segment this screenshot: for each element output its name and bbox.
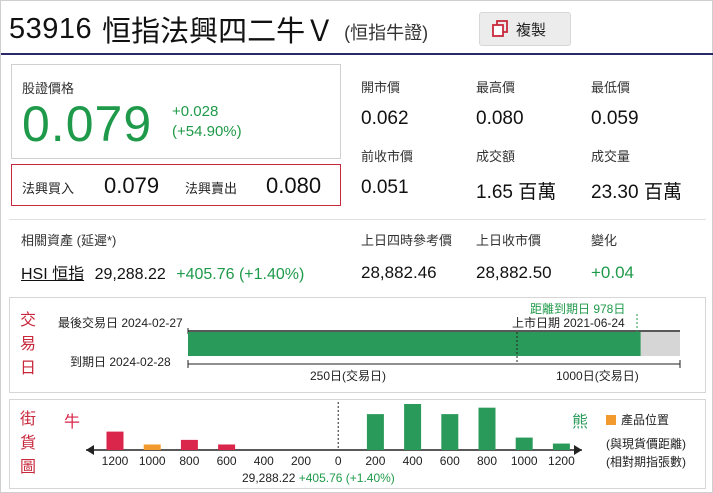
stat-label: 開市價 (361, 80, 401, 95)
tick-label: 600 (217, 454, 237, 468)
stat-label: 前收市價 (361, 149, 414, 164)
stat-ref-price: 上日四時參考價 28,882.46 (361, 230, 452, 283)
bear-bar (515, 437, 533, 450)
ask-label: 法興賣出 (185, 181, 238, 196)
price-change: +0.028 (172, 103, 219, 120)
center-price: 29,288.22 (242, 471, 296, 485)
tick-label: 800 (477, 454, 497, 468)
tick-label: 600 (440, 454, 460, 468)
legend-position: 產品位置 (606, 411, 669, 428)
bid-ask-box: 法興買入 0.079 法興賣出 0.080 (11, 164, 341, 206)
bid-value: 0.079 (104, 173, 160, 198)
ask-value: 0.080 (266, 173, 322, 198)
stat-value: 0.080 (476, 108, 524, 129)
stat-value: 28,882.50 (476, 263, 552, 282)
tick-label: 400 (403, 454, 423, 468)
stat-label: 最高價 (476, 80, 516, 95)
tick-label: 1200 (548, 454, 575, 468)
center-change: +405.76 (+1.40%) (298, 471, 395, 485)
price-change-pct: (+54.90%) (172, 123, 242, 140)
stat-label: 上日四時參考價 (361, 233, 453, 248)
stat-low: 最低價 0.059 (591, 77, 639, 130)
stat-change: 變化 +0.04 (591, 230, 634, 283)
stat-prev-close: 前收市價 0.051 (361, 146, 413, 199)
stat-label: 成交額 (476, 149, 516, 164)
bear-bar (478, 407, 496, 450)
street-note-2: (相對期指張數) (606, 455, 686, 469)
stat-value: +0.04 (591, 263, 635, 282)
stat-high: 最高價 0.080 (476, 77, 524, 130)
street-note-1: (與現貨價距離) (606, 437, 686, 451)
bull-bar (106, 431, 124, 450)
tick-label: 0 (335, 454, 342, 468)
stat-value: 23.30 百萬 (591, 182, 682, 203)
stat-label: 變化 (591, 233, 618, 248)
stat-value: 0.062 (361, 108, 409, 129)
stat-value: 28,882.46 (361, 263, 437, 282)
tick-label: 1000 (139, 454, 166, 468)
header-divider (1, 53, 713, 55)
page-header: 53916 恒指法興四二牛Ｖ (恒指牛證) (9, 9, 428, 49)
stat-label: 上日收市價 (476, 233, 542, 248)
related-asset-price: 29,288.22 (94, 266, 166, 283)
stat-open: 開市價 0.062 (361, 77, 409, 130)
copy-label: 複製 (516, 21, 547, 39)
bear-bar (552, 443, 570, 450)
bid-label: 法興買入 (22, 181, 75, 196)
tick-label: 200 (291, 454, 311, 468)
tick-label: 800 (179, 454, 199, 468)
tick-1000-label: 1000日(交易日) (556, 369, 639, 383)
bear-bar (404, 404, 422, 450)
stat-label: 成交量 (591, 149, 631, 164)
price-box: 股證價格 0.079 +0.028 (+54.90%) (11, 64, 341, 159)
stat-turnover: 成交額 1.65 百萬 (476, 146, 556, 204)
axis-left-arrow (86, 445, 94, 455)
section-divider (9, 219, 706, 220)
related-asset-change: +405.76 (+1.40%) (176, 266, 305, 283)
trading-day-panel: 交 易 日 最後交易日 2024-02-27 到期日 2024-02-28 距離… (9, 297, 706, 393)
street-chart-panel: 街 貨 圖 牛 熊 產品位置 (與現貨價距離) (相對期指張數) 1200 100… (9, 399, 706, 489)
tick-label: 1200 (102, 454, 129, 468)
tick-label: 200 (365, 454, 385, 468)
bull-bar (180, 439, 198, 450)
stat-value: 0.051 (361, 177, 409, 198)
tick-label: 400 (254, 454, 274, 468)
axis-right-arrow (574, 445, 582, 455)
related-asset-row: HSI 恒指 29,288.22 +405.76 (+1.40%) (21, 260, 304, 284)
bull-bar (143, 444, 161, 450)
bear-bar (441, 414, 459, 450)
copy-icon (492, 20, 508, 37)
bull-bar (218, 444, 236, 450)
legend-swatch (606, 415, 616, 425)
stock-type: (恒指牛證) (344, 23, 429, 43)
related-asset-link[interactable]: HSI 恒指 (21, 266, 84, 283)
stat-label: 最低價 (591, 80, 631, 95)
stat-volume: 成交量 23.30 百萬 (591, 146, 682, 204)
current-price: 0.079 (22, 96, 153, 152)
stock-code: 53916 (9, 12, 93, 45)
center-value: 29,288.22 +405.76 (+1.40%) (242, 471, 395, 485)
bear-bar (366, 414, 384, 450)
legend-label: 產品位置 (621, 413, 670, 427)
stat-prev-close-asset: 上日收市價 28,882.50 (476, 230, 552, 283)
tick-250-label: 250日(交易日) (310, 369, 387, 383)
stat-value: 0.059 (591, 108, 639, 129)
tick-label: 1000 (511, 454, 538, 468)
stock-name: 恒指法興四二牛Ｖ (102, 16, 335, 48)
timeline-elapsed-bar (188, 332, 641, 356)
stat-value: 1.65 百萬 (476, 182, 557, 203)
page-frame: 53916 恒指法興四二牛Ｖ (恒指牛證) 複製 股證價格 0.079 +0.0… (0, 0, 713, 493)
copy-button[interactable]: 複製 (479, 12, 571, 46)
related-asset-label: 相關資產 (延遲*) (21, 233, 117, 248)
